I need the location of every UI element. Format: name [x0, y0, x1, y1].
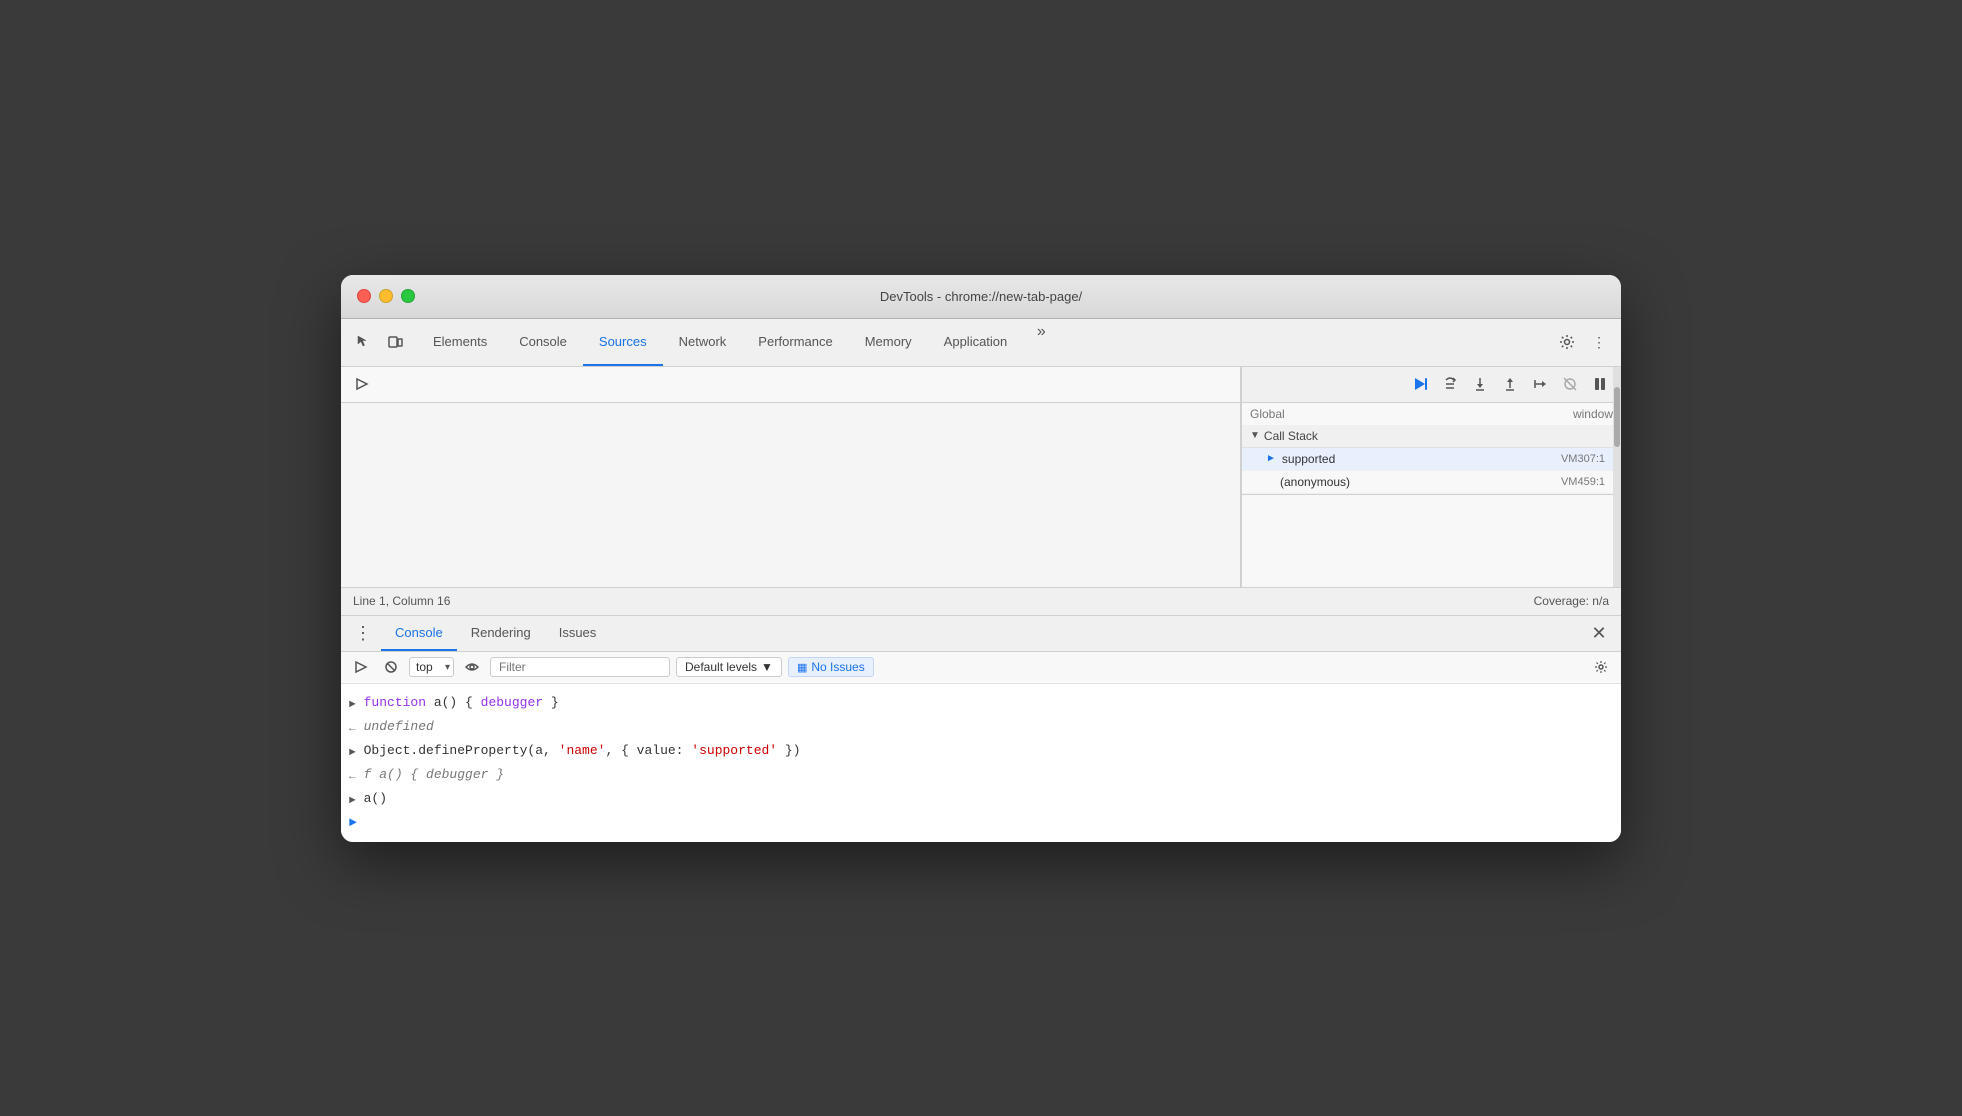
nav-tabs: Elements Console Sources Network Perform… [417, 318, 1553, 366]
step-over-icon[interactable] [1437, 371, 1463, 397]
minimize-button[interactable] [379, 289, 393, 303]
bottom-panel: ⋮ Console Rendering Issues ✕ [341, 615, 1621, 842]
output-arrow-2: ← [349, 768, 356, 786]
sources-toolbar [341, 367, 1240, 403]
console-line-1: ► function a() { debugger } [341, 692, 1621, 716]
device-toggle-icon[interactable] [381, 328, 409, 356]
tab-network[interactable]: Network [663, 318, 743, 366]
console-line-3: ► Object.defineProperty(a, 'name', { val… [341, 740, 1621, 764]
resume-icon[interactable] [1407, 371, 1433, 397]
no-issues-button[interactable]: ▦ No Issues [788, 657, 874, 677]
devtools-window: DevTools - chrome://new-tab-page/ [341, 275, 1621, 842]
title-bar: DevTools - chrome://new-tab-page/ [341, 275, 1621, 319]
tab-console-bottom[interactable]: Console [381, 615, 457, 651]
console-ban-icon[interactable] [379, 655, 403, 679]
filter-input[interactable] [490, 657, 670, 677]
expand-arrow-1[interactable]: ► [349, 696, 356, 714]
scrollbar-thumb[interactable] [1614, 387, 1620, 447]
step-out-icon[interactable] [1497, 371, 1523, 397]
tab-performance[interactable]: Performance [742, 318, 848, 366]
console-clear-icon[interactable] [349, 655, 373, 679]
output-arrow: ← [349, 720, 356, 738]
truncated-row: Global window [1242, 403, 1621, 425]
window-title: DevTools - chrome://new-tab-page/ [880, 289, 1082, 304]
deactivate-breakpoints-icon[interactable] [1557, 371, 1583, 397]
sources-panel-toggle[interactable] [349, 371, 375, 397]
call-stack-item-supported[interactable]: ► supported VM307:1 [1242, 448, 1621, 471]
console-tabs: ⋮ Console Rendering Issues ✕ [341, 616, 1621, 652]
tab-application[interactable]: Application [928, 318, 1024, 366]
console-settings-icon[interactable] [1589, 655, 1613, 679]
tab-issues[interactable]: Issues [545, 615, 611, 651]
sources-left-panel [341, 367, 1241, 587]
eye-icon[interactable] [460, 655, 484, 679]
pause-on-exceptions-icon[interactable] [1587, 371, 1613, 397]
expand-arrow-5[interactable]: ► [349, 792, 356, 810]
console-line-4: ← f a() { debugger } [341, 764, 1621, 788]
tab-elements[interactable]: Elements [417, 318, 503, 366]
call-stack-header[interactable]: ▼ Call Stack [1242, 425, 1621, 448]
close-button[interactable] [357, 289, 371, 303]
settings-icon[interactable] [1553, 328, 1581, 356]
call-stack-item-anonymous[interactable]: (anonymous) VM459:1 [1242, 471, 1621, 494]
toolbar-right: ⋮ [1553, 328, 1613, 356]
expand-arrow-3[interactable]: ► [349, 744, 356, 762]
tab-memory[interactable]: Memory [849, 318, 928, 366]
step-into-icon[interactable] [1467, 371, 1493, 397]
inspect-icon[interactable] [349, 328, 377, 356]
debugger-toolbar [1242, 367, 1621, 403]
status-bar: Line 1, Column 16 Coverage: n/a [341, 587, 1621, 615]
console-prompt-icon: ► [349, 814, 357, 832]
console-prompt-line[interactable]: ► [341, 812, 1621, 834]
main-toolbar: Elements Console Sources Network Perform… [341, 319, 1621, 367]
console-output: ► function a() { debugger } ← undefined … [341, 684, 1621, 842]
step-icon[interactable] [1527, 371, 1553, 397]
console-line-5: ► a() [341, 788, 1621, 812]
toolbar-icons-left [349, 328, 409, 356]
context-selector[interactable]: top [409, 657, 454, 677]
call-stack-section: ▼ Call Stack ► supported VM307:1 [1242, 425, 1621, 495]
more-tabs-icon[interactable]: » [1027, 318, 1055, 346]
sources-editor [341, 403, 1240, 587]
scrollbar-track[interactable] [1613, 367, 1621, 587]
tab-console[interactable]: Console [503, 318, 583, 366]
default-levels-button[interactable]: Default levels ▼ [676, 657, 782, 677]
context-selector-wrapper: top [409, 657, 454, 677]
maximize-button[interactable] [401, 289, 415, 303]
close-console-icon[interactable]: ✕ [1585, 619, 1613, 647]
more-options-icon[interactable]: ⋮ [1585, 328, 1613, 356]
console-toolbar: top Default levels ▼ [341, 652, 1621, 684]
more-console-options[interactable]: ⋮ [349, 619, 377, 647]
debug-panel: Global window ▼ Call Stack ► supported [1241, 367, 1621, 587]
current-frame-indicator: ► [1266, 453, 1276, 464]
tab-sources[interactable]: Sources [583, 318, 663, 366]
traffic-lights [357, 289, 415, 303]
devtools-body: Elements Console Sources Network Perform… [341, 319, 1621, 842]
tab-rendering[interactable]: Rendering [457, 615, 545, 651]
console-line-2: ← undefined [341, 716, 1621, 740]
